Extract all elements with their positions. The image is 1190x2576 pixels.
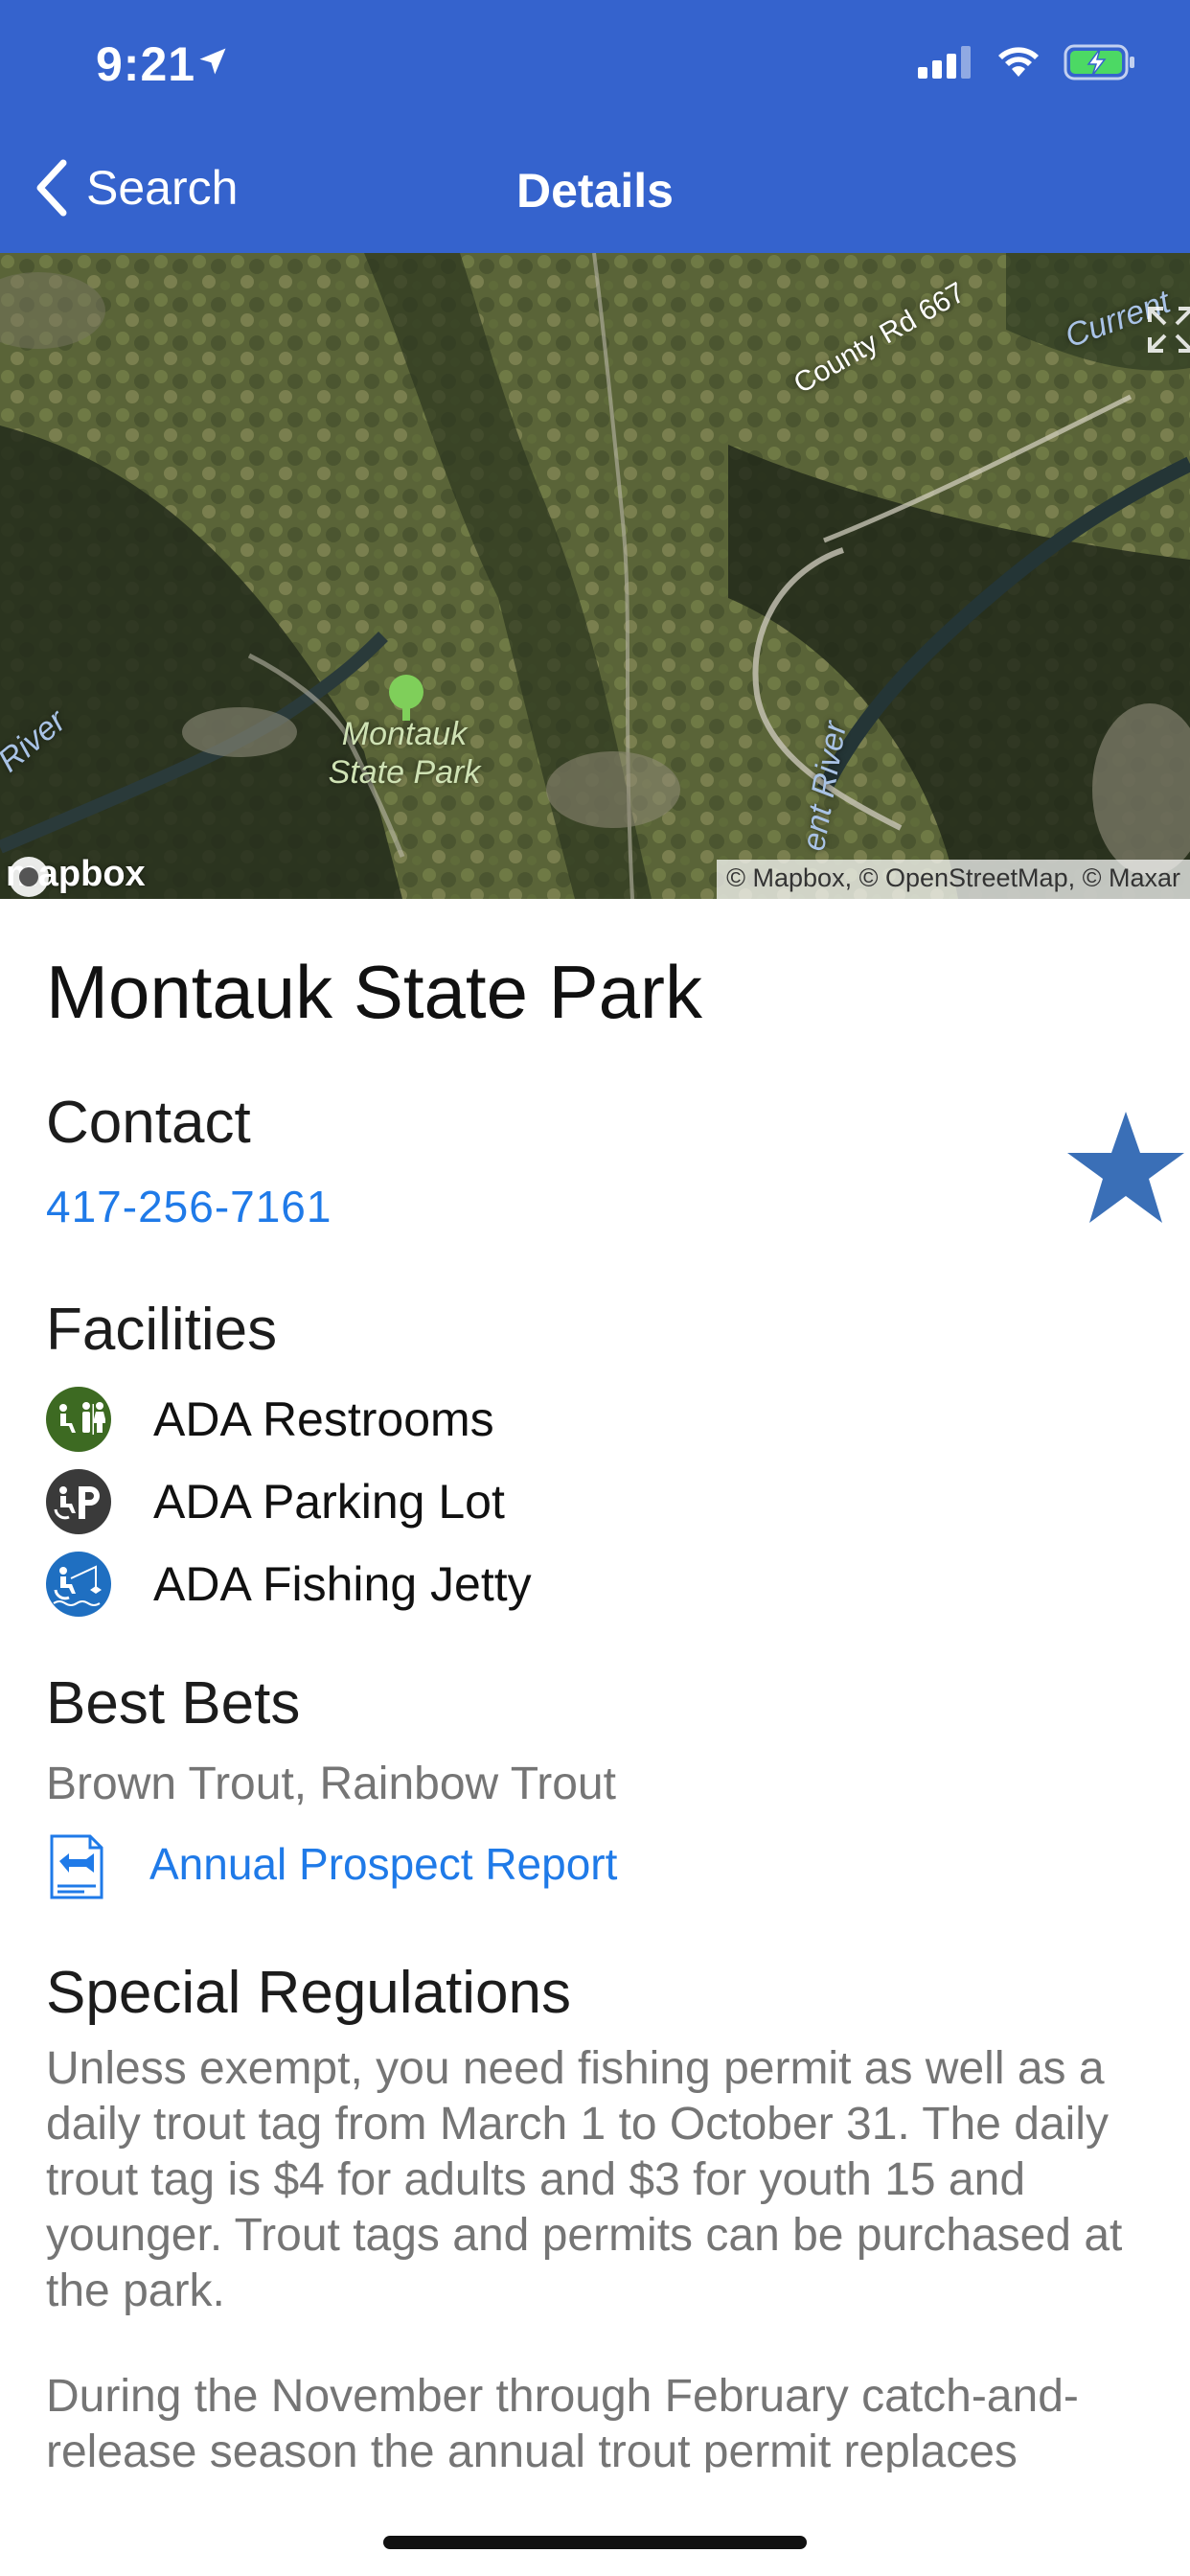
- ada-restroom-icon: [46, 1387, 111, 1452]
- facility-label: ADA Restrooms: [153, 1392, 494, 1446]
- battery-charging-icon: [1064, 44, 1134, 80]
- wifi-icon: [998, 47, 1039, 77]
- favorite-button[interactable]: [1064, 1108, 1188, 1233]
- navigation-bar: Search Details: [0, 153, 1190, 230]
- map-view[interactable]: County Rd 667 River ent River Current Mo…: [0, 253, 1190, 899]
- facility-item-ada-parking: ADA Parking Lot: [46, 1468, 505, 1535]
- regulations-paragraph-1: Unless exempt, you need fishing permit a…: [46, 2043, 1123, 2316]
- contact-heading: Contact: [46, 1090, 251, 1156]
- home-indicator[interactable]: [383, 2536, 807, 2549]
- page-title: Details: [516, 164, 674, 218]
- best-bets-species: Brown Trout, Rainbow Trout: [46, 1759, 616, 1809]
- best-bets-heading: Best Bets: [46, 1670, 301, 1736]
- status-icons: [918, 44, 1136, 80]
- regulations-paragraph-2: During the November through February cat…: [46, 2371, 1079, 2477]
- status-time: 9:21: [96, 37, 196, 91]
- facility-label: ADA Parking Lot: [153, 1475, 505, 1529]
- ada-parking-icon: [46, 1469, 111, 1534]
- mapbox-logo[interactable]: mapbox: [6, 854, 146, 897]
- facility-item-ada-fishing-jetty: ADA Fishing Jetty: [46, 1551, 532, 1618]
- facility-item-ada-restrooms: ADA Restrooms: [46, 1386, 494, 1453]
- facilities-heading: Facilities: [46, 1297, 278, 1363]
- phone-link[interactable]: 417-256-7161: [46, 1181, 332, 1232]
- cellular-signal-icon: [918, 46, 971, 79]
- special-regulations-heading: Special Regulations: [46, 1960, 572, 2026]
- park-name: Montauk State Park: [46, 950, 703, 1034]
- star-icon: [1067, 1112, 1184, 1223]
- ada-fishing-jetty-icon: [46, 1552, 111, 1617]
- facility-label: ADA Fishing Jetty: [153, 1557, 532, 1611]
- satellite-imagery: [0, 253, 1190, 899]
- map-park-label: Montauk State Park: [318, 715, 491, 792]
- report-document-icon: [50, 1834, 103, 1899]
- location-arrow-icon: [199, 48, 226, 75]
- mapbox-logo-icon: [9, 857, 49, 897]
- expand-icon: [1148, 307, 1190, 353]
- annual-prospect-report-label: Annual Prospect Report: [149, 1839, 618, 1889]
- annual-prospect-report-link[interactable]: Annual Prospect Report: [46, 1832, 617, 1901]
- bottom-safe-area: [0, 2472, 1190, 2576]
- map-park-label-line2: State Park: [328, 754, 481, 791]
- map-park-label-line1: Montauk: [341, 716, 468, 752]
- map-attribution[interactable]: © Mapbox, © OpenStreetMap, © Maxar: [717, 860, 1190, 899]
- app-header: 9:21 Search Details: [0, 0, 1190, 253]
